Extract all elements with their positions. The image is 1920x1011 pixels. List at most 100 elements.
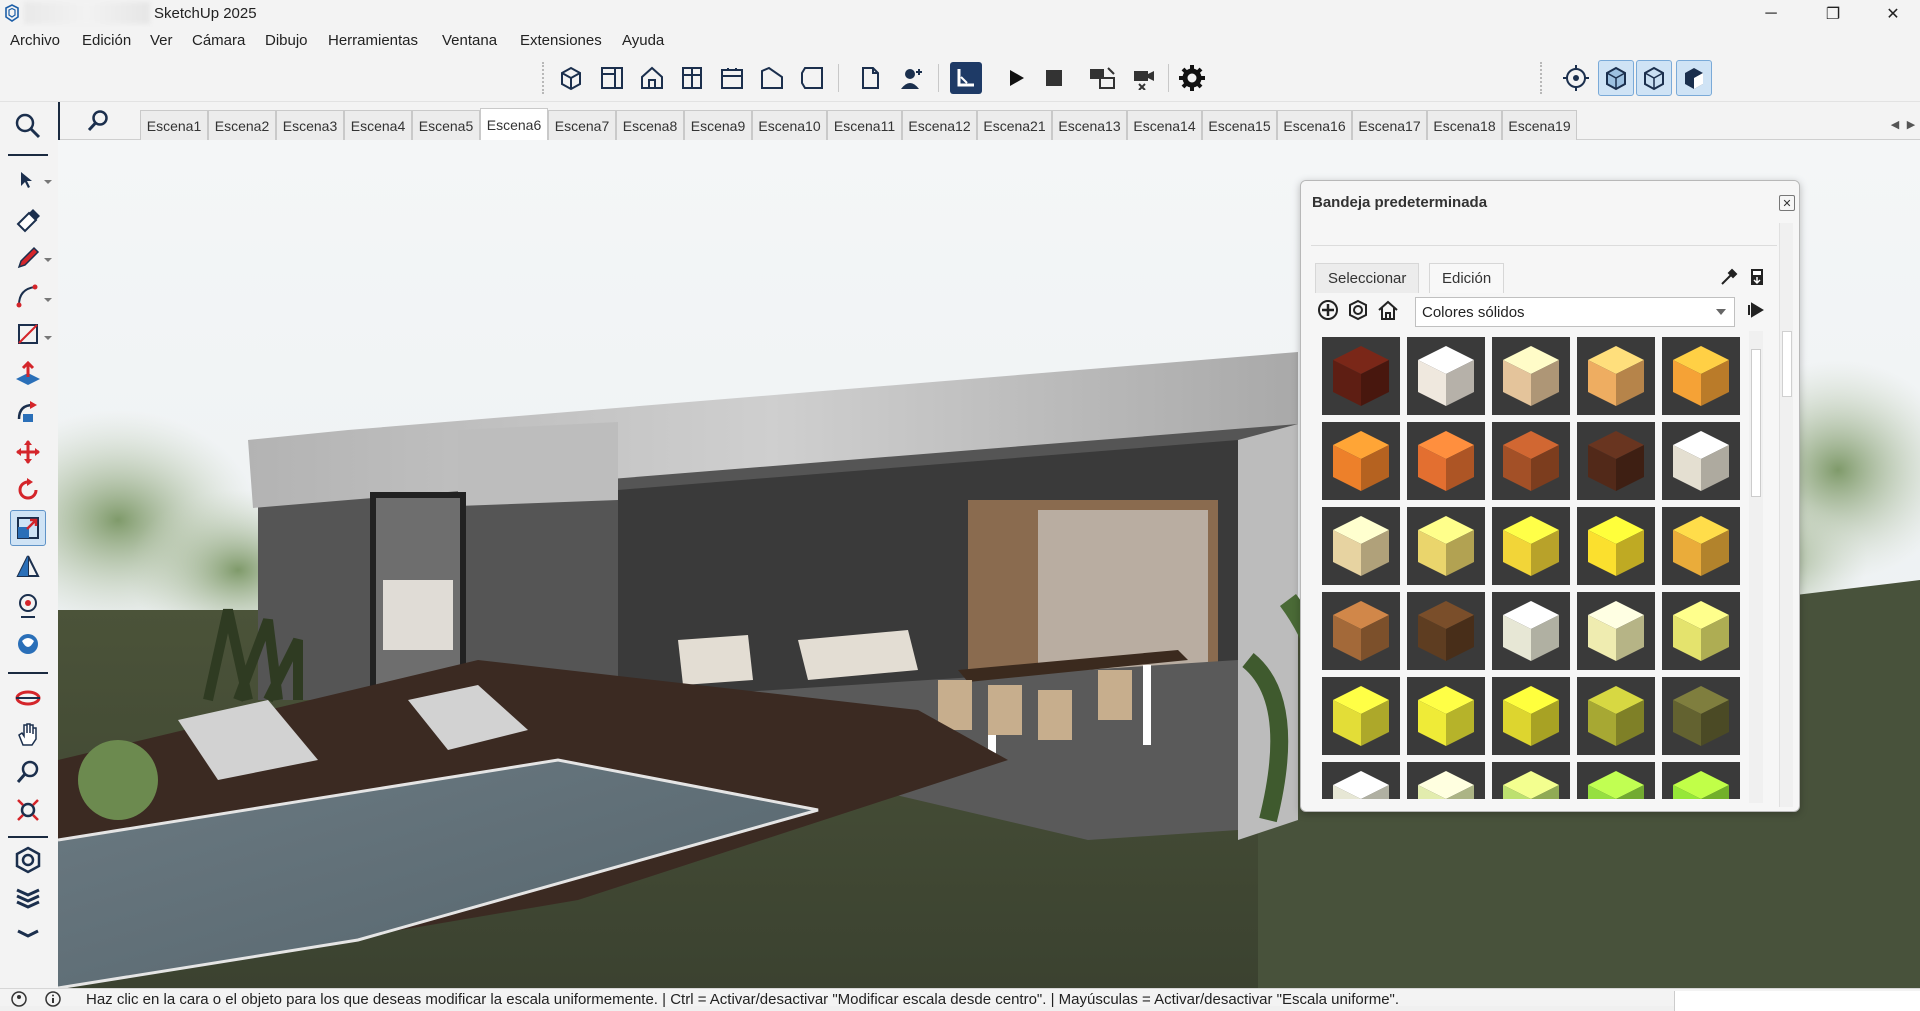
material-swatch[interactable] [1577,762,1655,799]
arc-icon[interactable] [10,278,46,314]
zoom-icon[interactable] [10,754,46,790]
material-swatch[interactable] [1662,762,1740,799]
material-swatch[interactable] [1662,677,1740,755]
tab-seleccionar[interactable]: Seleccionar [1315,263,1420,293]
section-plane-icon[interactable] [10,680,46,716]
scrollbar-thumb[interactable] [1751,349,1761,497]
create-material-icon[interactable] [1315,297,1341,323]
paint-bucket-icon[interactable] [10,588,46,624]
menu-herramientas[interactable]: Herramientas [328,32,418,49]
select-tool-icon[interactable] [950,62,982,94]
close-button[interactable]: ✕ [1870,0,1916,27]
measurements-box[interactable] [1674,991,1920,1011]
material-swatch[interactable] [1577,677,1655,755]
iso-view-icon[interactable] [555,62,587,94]
scene-scroll-left[interactable]: ◀ [1888,112,1902,136]
eyedropper-icon[interactable] [1717,265,1741,289]
tray-scrollbar[interactable] [1779,223,1793,807]
material-swatch[interactable] [1492,762,1570,799]
menu-ver[interactable]: Ver [150,32,173,49]
material-swatch[interactable] [1407,592,1485,670]
material-swatch[interactable] [1407,677,1485,755]
new-file-icon[interactable] [854,62,886,94]
scene-tab[interactable]: Escena4 [344,110,412,140]
scene-tab[interactable]: Escena12 [902,110,977,140]
zoom-window-icon[interactable] [10,792,46,828]
tray-close-button[interactable]: ✕ [1779,195,1795,211]
stop-icon[interactable] [1038,62,1070,94]
scene-tab[interactable]: Escena3 [276,110,344,140]
material-swatch[interactable] [1492,507,1570,585]
settings-icon[interactable] [1176,62,1208,94]
restore-button[interactable]: ❐ [1810,0,1856,27]
toolbar-grip[interactable] [542,62,544,94]
menu-extensiones[interactable]: Extensiones [520,32,602,49]
zoom-extents-icon[interactable] [10,108,46,144]
save-collection-icon[interactable] [1745,265,1769,289]
scrollbar-thumb[interactable] [1782,331,1792,397]
eraser-icon[interactable] [10,202,46,238]
scene-tab[interactable]: Escena10 [752,110,827,140]
pan-icon[interactable] [10,716,46,752]
scene-tab[interactable]: Escena14 [1127,110,1202,140]
menu-dibujo[interactable]: Dibujo [265,32,308,49]
minimize-button[interactable]: ─ [1748,0,1794,27]
scene-tab[interactable]: Escena9 [684,110,752,140]
material-swatch[interactable] [1322,422,1400,500]
front-view-icon[interactable] [636,62,668,94]
material-swatch[interactable] [1322,592,1400,670]
material-swatch[interactable] [1322,507,1400,585]
scene-scroll-right[interactable]: ▶ [1904,112,1918,136]
select-icon[interactable] [10,162,46,198]
style-wireframe-icon[interactable] [1636,60,1672,96]
position-camera-icon[interactable] [1560,62,1592,94]
material-swatch[interactable] [1662,337,1740,415]
material-swatch[interactable] [1662,592,1740,670]
add-user-icon[interactable] [896,62,928,94]
material-swatch[interactable] [1492,592,1570,670]
tag-icon[interactable] [10,626,46,662]
back-view-icon[interactable] [716,62,748,94]
camera-off-icon[interactable] [1128,62,1160,94]
material-swatch[interactable] [1492,677,1570,755]
scene-tab[interactable]: Escena21 [977,110,1052,140]
scene-tab[interactable]: Escena6 [480,108,548,141]
top-view-icon[interactable] [596,62,628,94]
rotate-icon[interactable] [10,472,46,508]
left-view-icon[interactable] [756,62,788,94]
geolocation-icon[interactable] [10,990,28,1008]
right-view-icon[interactable] [676,62,708,94]
follow-me-icon[interactable] [10,394,46,430]
material-swatch[interactable] [1322,677,1400,755]
search-icon[interactable] [86,109,110,133]
library-select[interactable]: Colores sólidos [1415,297,1735,327]
play-icon[interactable] [1000,62,1032,94]
scene-tab[interactable]: Escena17 [1352,110,1427,140]
material-swatch[interactable] [1407,507,1485,585]
layers-icon[interactable] [10,880,46,916]
scene-tab[interactable]: Escena11 [827,110,902,140]
swatch-scrollbar[interactable] [1749,331,1763,803]
in-model-icon[interactable] [1345,297,1371,323]
scene-tab[interactable]: Escena8 [616,110,684,140]
material-swatch[interactable] [1407,762,1485,799]
material-swatch[interactable] [1407,337,1485,415]
toolbar-grip[interactable] [1540,62,1542,94]
scale-icon[interactable] [10,510,46,546]
material-swatch[interactable] [1577,507,1655,585]
scene-tab[interactable]: Escena2 [208,110,276,140]
menu-ventana[interactable]: Ventana [442,32,497,49]
details-arrow-icon[interactable] [1743,297,1769,323]
scene-tab[interactable]: Escena13 [1052,110,1127,140]
scene-tab[interactable]: Escena19 [1502,110,1577,140]
material-swatch[interactable] [1322,762,1400,799]
tab-edicion[interactable]: Edición [1429,263,1505,293]
scene-thumbnails-icon[interactable] [1086,62,1118,94]
info-icon[interactable] [44,990,62,1008]
tape-measure-icon[interactable] [10,548,46,584]
material-swatch[interactable] [1577,422,1655,500]
style-xray-icon[interactable] [1598,60,1634,96]
material-swatch[interactable] [1492,337,1570,415]
more-tools-icon[interactable] [10,916,46,952]
material-swatch[interactable] [1662,507,1740,585]
